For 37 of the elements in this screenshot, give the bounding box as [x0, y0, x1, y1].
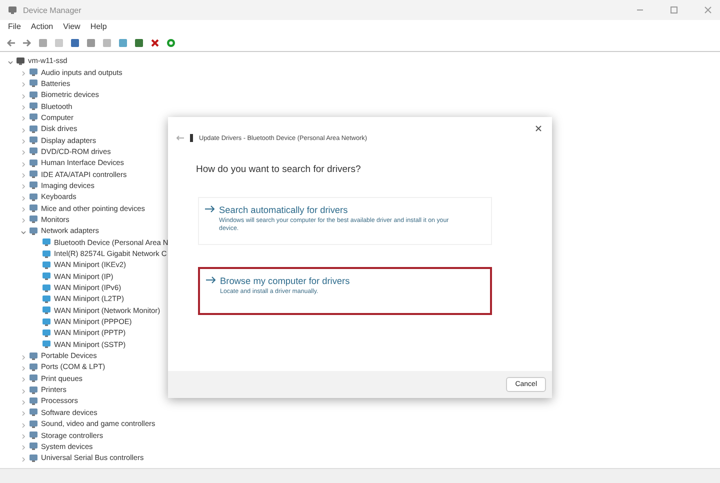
collapsed-chevron-icon[interactable]	[21, 411, 26, 416]
forward-arrow-icon[interactable]	[22, 38, 32, 48]
expanded-chevron-icon[interactable]	[8, 60, 13, 65]
collapsed-chevron-icon[interactable]	[21, 377, 26, 382]
network-adapter-icon	[42, 260, 51, 269]
enable-icon[interactable]	[166, 38, 176, 48]
delete-icon[interactable]	[150, 38, 160, 48]
network-adapter-icon	[42, 272, 51, 280]
window-title: Device Manager	[23, 6, 82, 14]
menu-item[interactable]: View	[63, 22, 80, 30]
collapsed-chevron-icon[interactable]	[21, 196, 26, 201]
network-adapter-icon	[42, 306, 51, 314]
network-adapter-icon	[42, 238, 51, 246]
network-adapter-icon	[42, 284, 51, 292]
dialog-question: How do you want to search for drivers?	[196, 164, 362, 175]
maximize-icon[interactable]	[670, 6, 678, 14]
collapsed-chevron-icon[interactable]	[21, 422, 26, 428]
back-arrow-icon[interactable]	[176, 135, 184, 141]
arrow-icon	[205, 205, 215, 213]
arrow-icon	[206, 276, 216, 284]
computer-icon	[16, 56, 25, 65]
close-icon[interactable]	[535, 125, 542, 132]
network-adapter-icon	[42, 328, 51, 337]
app-icon	[8, 6, 17, 14]
menu-item[interactable]: Help	[90, 22, 107, 30]
network-adapter-icon	[42, 340, 51, 348]
menu-item[interactable]: File	[8, 22, 21, 30]
back-arrow-icon[interactable]	[6, 38, 16, 48]
collapsed-chevron-icon[interactable]	[21, 128, 26, 133]
menu-item[interactable]: Action	[30, 22, 54, 30]
network-adapter-icon	[42, 294, 51, 303]
network-adapter-icon	[42, 250, 51, 258]
collapsed-chevron-icon[interactable]	[21, 456, 26, 462]
collapsed-chevron-icon[interactable]	[21, 162, 26, 167]
collapsed-chevron-icon[interactable]	[21, 94, 26, 99]
expanded-chevron-icon[interactable]	[21, 230, 26, 235]
network-adapter-icon	[42, 318, 51, 326]
